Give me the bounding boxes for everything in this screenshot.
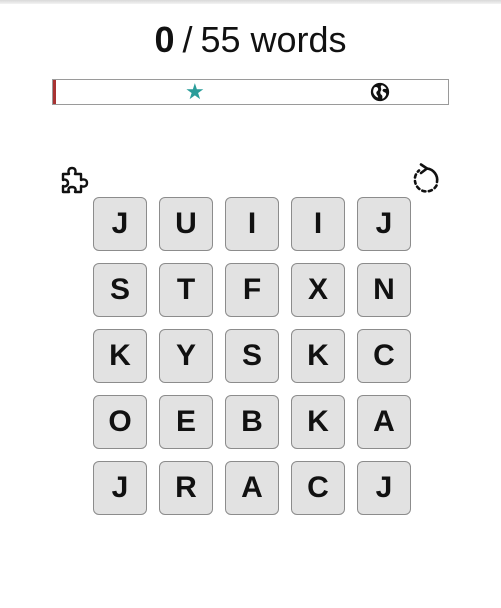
- letter-tile[interactable]: S: [225, 329, 279, 383]
- letter-tile[interactable]: C: [357, 329, 411, 383]
- letter-tile[interactable]: Y: [159, 329, 213, 383]
- letter-tile[interactable]: I: [291, 197, 345, 251]
- total-words-label: 55 words: [200, 19, 347, 60]
- letter-tile[interactable]: K: [93, 329, 147, 383]
- letter-grid: J U I I J S T F X N K Y S K C O E B K A …: [93, 197, 411, 515]
- letter-tile[interactable]: J: [357, 461, 411, 515]
- letter-tile[interactable]: K: [291, 329, 345, 383]
- progress-bar: ★: [52, 79, 449, 105]
- shuffle-button[interactable]: [408, 162, 444, 198]
- letter-tile[interactable]: B: [225, 395, 279, 449]
- letter-tile[interactable]: N: [357, 263, 411, 317]
- globe-icon: [370, 82, 390, 102]
- letter-tile[interactable]: J: [357, 197, 411, 251]
- letter-tile[interactable]: K: [291, 395, 345, 449]
- letter-tile[interactable]: F: [225, 263, 279, 317]
- letter-tile[interactable]: J: [93, 197, 147, 251]
- puzzle-piece-icon: [61, 166, 89, 194]
- star-icon: ★: [185, 79, 205, 104]
- letter-tile[interactable]: E: [159, 395, 213, 449]
- letter-tile[interactable]: A: [357, 395, 411, 449]
- top-border: [0, 0, 501, 4]
- hint-button[interactable]: [57, 162, 93, 198]
- progress-fill: [53, 80, 56, 104]
- letter-tile[interactable]: J: [93, 461, 147, 515]
- word-count: 0/55 words: [0, 16, 501, 64]
- letter-tile[interactable]: O: [93, 395, 147, 449]
- letter-tile[interactable]: S: [93, 263, 147, 317]
- letter-tile[interactable]: C: [291, 461, 345, 515]
- letter-tile[interactable]: A: [225, 461, 279, 515]
- letter-tile[interactable]: I: [225, 197, 279, 251]
- letter-tile[interactable]: T: [159, 263, 213, 317]
- words-found-count: 0: [154, 19, 175, 60]
- letter-tile[interactable]: R: [159, 461, 213, 515]
- letter-tile[interactable]: U: [159, 197, 213, 251]
- count-separator: /: [182, 19, 193, 60]
- letter-tile[interactable]: X: [291, 263, 345, 317]
- rotate-icon: [413, 163, 439, 193]
